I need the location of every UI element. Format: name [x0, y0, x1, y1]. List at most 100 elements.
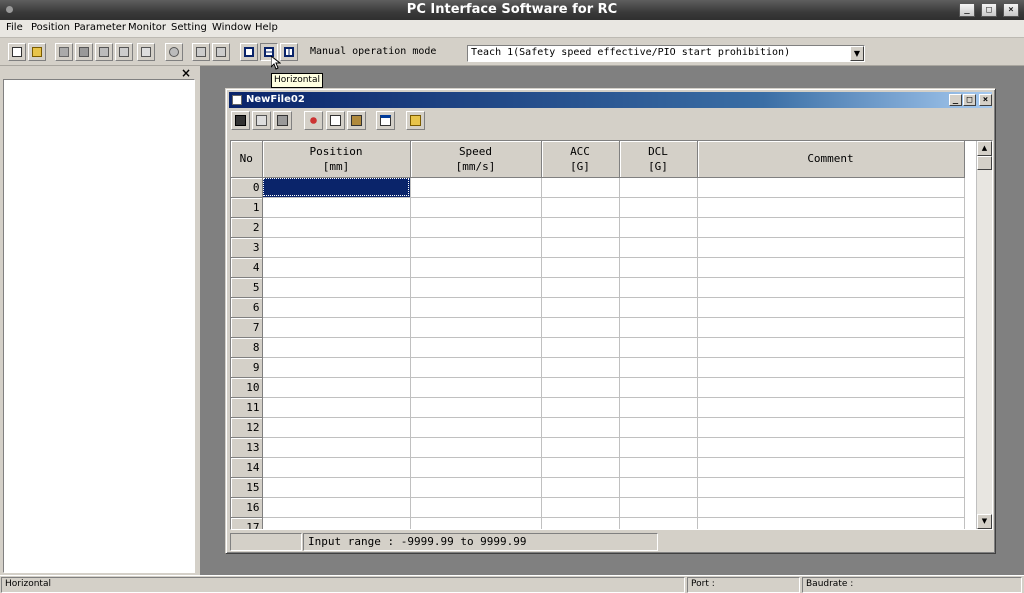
- position-cell[interactable]: [262, 257, 411, 278]
- open-file-button[interactable]: [28, 43, 46, 61]
- dcl-cell[interactable]: [619, 337, 698, 358]
- row-number[interactable]: 7: [231, 317, 263, 338]
- acc-cell[interactable]: [541, 437, 620, 458]
- cascade-button[interactable]: [240, 43, 258, 61]
- speed-cell[interactable]: [410, 297, 542, 318]
- acc-cell[interactable]: [541, 497, 620, 518]
- cut-button[interactable]: [304, 111, 323, 130]
- position-cell[interactable]: [262, 237, 411, 258]
- row-number[interactable]: 4: [231, 257, 263, 278]
- comment-cell[interactable]: [697, 417, 965, 438]
- menu-parameter[interactable]: Parameter: [74, 22, 126, 33]
- position-cell[interactable]: [262, 377, 411, 398]
- scroll-up-button[interactable]: ▲: [977, 141, 992, 156]
- child-minimize-button[interactable]: _: [949, 94, 962, 106]
- column-header-dcl[interactable]: DCL [G]: [619, 141, 698, 178]
- acc-cell[interactable]: [541, 417, 620, 438]
- menu-window[interactable]: Window: [212, 22, 251, 33]
- comment-cell[interactable]: [697, 177, 965, 198]
- comment-cell[interactable]: [697, 457, 965, 478]
- row-number[interactable]: 1: [231, 197, 263, 218]
- position-tool-button[interactable]: [75, 43, 93, 61]
- dcl-cell[interactable]: [619, 517, 698, 529]
- comment-cell[interactable]: [697, 217, 965, 238]
- tile-vertical-button[interactable]: [280, 43, 298, 61]
- position-cell[interactable]: [262, 497, 411, 518]
- acc-cell[interactable]: [541, 317, 620, 338]
- comment-cell[interactable]: [697, 317, 965, 338]
- row-number[interactable]: 11: [231, 397, 263, 418]
- column-header-speed[interactable]: Speed [mm/s]: [410, 141, 542, 178]
- scroll-thumb[interactable]: [977, 156, 992, 170]
- speed-cell[interactable]: [410, 277, 542, 298]
- position-cell[interactable]: [262, 197, 411, 218]
- comment-cell[interactable]: [697, 257, 965, 278]
- graph-button[interactable]: [137, 43, 155, 61]
- position-cell[interactable]: [262, 297, 411, 318]
- dcl-cell[interactable]: [619, 417, 698, 438]
- position-cell[interactable]: [262, 337, 411, 358]
- speed-cell[interactable]: [410, 437, 542, 458]
- dcl-cell[interactable]: [619, 437, 698, 458]
- column-header-acc[interactable]: ACC [G]: [541, 141, 620, 178]
- acc-cell[interactable]: [541, 297, 620, 318]
- column-header-comment[interactable]: Comment: [697, 141, 965, 178]
- print-preview-button[interactable]: [252, 111, 271, 130]
- row-number[interactable]: 5: [231, 277, 263, 298]
- speed-cell[interactable]: [410, 237, 542, 258]
- comment-cell[interactable]: [697, 477, 965, 498]
- position-cell[interactable]: [262, 177, 411, 198]
- dcl-cell[interactable]: [619, 177, 698, 198]
- vertical-scrollbar[interactable]: ▲ ▼: [976, 141, 992, 529]
- speed-cell[interactable]: [410, 177, 542, 198]
- comment-cell[interactable]: [697, 357, 965, 378]
- speed-cell[interactable]: [410, 517, 542, 529]
- comment-cell[interactable]: [697, 517, 965, 529]
- acc-cell[interactable]: [541, 377, 620, 398]
- position-cell[interactable]: [262, 477, 411, 498]
- position-cell[interactable]: [262, 517, 411, 529]
- row-number[interactable]: 10: [231, 377, 263, 398]
- speed-cell[interactable]: [410, 317, 542, 338]
- speed-cell[interactable]: [410, 217, 542, 238]
- scroll-down-button[interactable]: ▼: [977, 514, 992, 529]
- position-cell[interactable]: [262, 417, 411, 438]
- position-cell[interactable]: [262, 217, 411, 238]
- acc-cell[interactable]: [541, 477, 620, 498]
- speed-cell[interactable]: [410, 197, 542, 218]
- row-number[interactable]: 14: [231, 457, 263, 478]
- row-number[interactable]: 13: [231, 437, 263, 458]
- dcl-cell[interactable]: [619, 317, 698, 338]
- child-close-button[interactable]: ×: [979, 94, 992, 106]
- chevron-down-icon[interactable]: ▼: [850, 46, 864, 61]
- alarm-button[interactable]: [165, 43, 183, 61]
- speed-cell[interactable]: [410, 477, 542, 498]
- menu-monitor[interactable]: Monitor: [128, 22, 166, 33]
- comment-cell[interactable]: [697, 277, 965, 298]
- acc-cell[interactable]: [541, 517, 620, 529]
- position-cell[interactable]: [262, 437, 411, 458]
- acc-cell[interactable]: [541, 337, 620, 358]
- dcl-cell[interactable]: [619, 237, 698, 258]
- speed-cell[interactable]: [410, 457, 542, 478]
- column-header-no[interactable]: No: [231, 141, 263, 178]
- transfer-button[interactable]: [406, 111, 425, 130]
- position-cell[interactable]: [262, 357, 411, 378]
- operation-mode-select[interactable]: Teach 1(Safety speed effective/PIO start…: [467, 45, 865, 62]
- dcl-cell[interactable]: [619, 297, 698, 318]
- position-cell[interactable]: [262, 317, 411, 338]
- acc-cell[interactable]: [541, 177, 620, 198]
- position-cell[interactable]: [262, 457, 411, 478]
- position-cell[interactable]: [262, 397, 411, 418]
- dcl-cell[interactable]: [619, 377, 698, 398]
- new-file-button[interactable]: [8, 43, 26, 61]
- speed-cell[interactable]: [410, 397, 542, 418]
- monitor-button[interactable]: [95, 43, 113, 61]
- menu-help[interactable]: Help: [255, 22, 278, 33]
- dcl-cell[interactable]: [619, 497, 698, 518]
- speed-cell[interactable]: [410, 357, 542, 378]
- column-header-position[interactable]: Position [mm]: [262, 141, 411, 178]
- acc-cell[interactable]: [541, 457, 620, 478]
- row-number[interactable]: 16: [231, 497, 263, 518]
- speed-cell[interactable]: [410, 497, 542, 518]
